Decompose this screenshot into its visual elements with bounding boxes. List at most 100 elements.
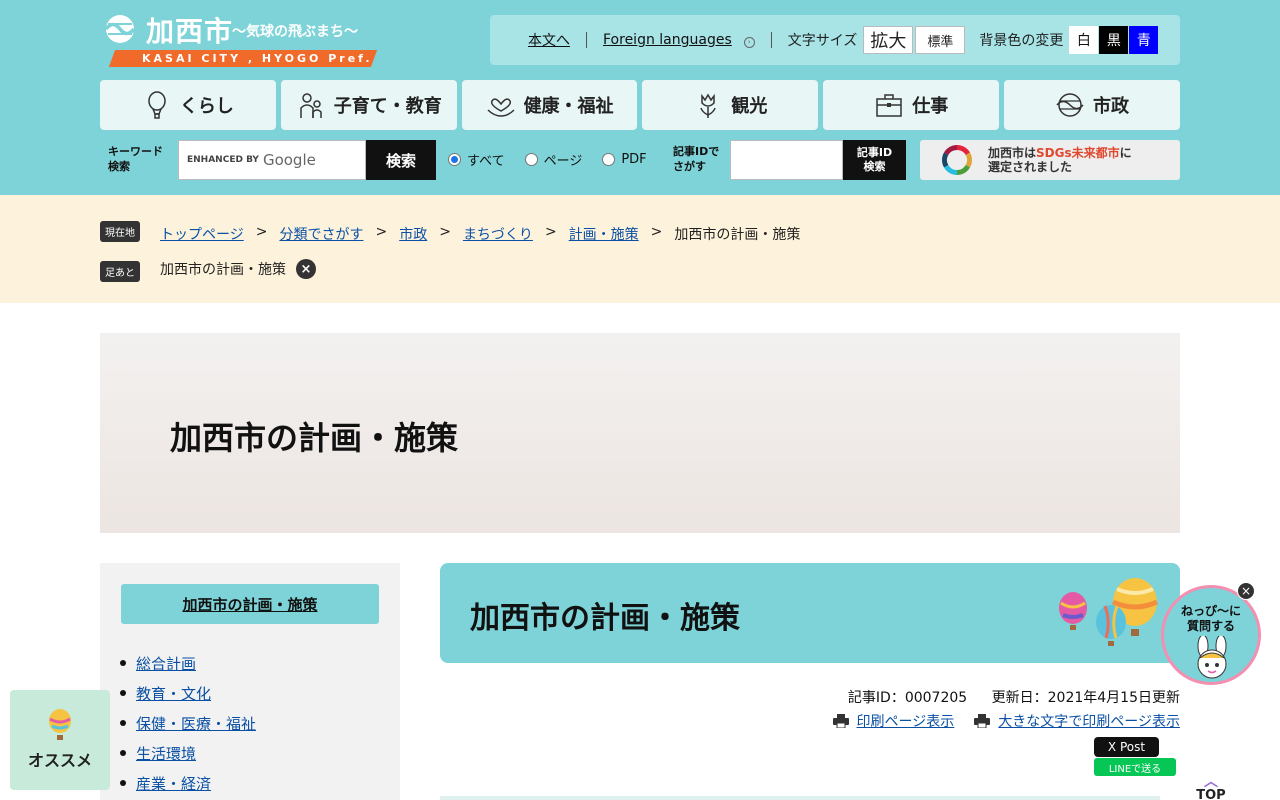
- back-to-top-label: TOP: [1196, 788, 1226, 800]
- sidebar: 加西市の計画・施策 総合計画 教育・文化 保健・医療・福祉 生活環境 産業・経済: [100, 563, 400, 800]
- breadcrumb-item-category[interactable]: 分類でさがす: [279, 224, 363, 244]
- line-share-button[interactable]: LINEで送る: [1094, 758, 1176, 776]
- nav-label: くらし: [179, 96, 234, 117]
- radio-pdf-label: PDF: [621, 152, 647, 167]
- printer-icon: [832, 714, 849, 728]
- sdgs-wheel-icon: [941, 145, 973, 175]
- breadcrumb: トップページ > 分類でさがす > 市政 > まちづくり > 計画・施策 > 加西市の計画…: [160, 224, 800, 244]
- sidebar-item: 保健・医療・福祉: [120, 708, 256, 738]
- recommend-button[interactable]: オススメ: [10, 690, 110, 790]
- nav-item-kanko[interactable]: 観光: [642, 80, 819, 130]
- x-post-button[interactable]: X Post: [1094, 737, 1159, 757]
- foreign-languages-link[interactable]: Foreign languages ›: [603, 32, 755, 48]
- enhanced-by-label: ENHANCED BY: [187, 155, 259, 165]
- chatbot-label: ねっぴ〜に 質問する: [1180, 604, 1241, 633]
- search-input[interactable]: ENHANCED BY Google: [178, 140, 366, 180]
- tulip-icon: [700, 93, 717, 118]
- breadcrumb-item-machizukuri[interactable]: まちづくり: [463, 224, 533, 244]
- logo-tagline: 〜気球の飛ぶまち〜: [232, 24, 358, 40]
- site-header: 加西市 〜気球の飛ぶまち〜 KASAI CITY , HYOGO Pref. 本…: [0, 0, 1280, 195]
- logo-name: 加西市: [146, 15, 234, 48]
- breadcrumb-separator: >: [375, 224, 388, 240]
- nav-item-kosodate[interactable]: 子育て・教育: [280, 80, 457, 130]
- divider: [770, 32, 772, 48]
- google-label: Google: [262, 151, 316, 169]
- background-color-label: 背景色の変更: [979, 33, 1064, 49]
- page-title: 加西市の計画・施策: [170, 419, 459, 457]
- bg-white-button[interactable]: 白: [1069, 26, 1099, 54]
- sidebar-heading[interactable]: 加西市の計画・施策: [121, 584, 379, 624]
- chatbot-close-icon[interactable]: ×: [1237, 582, 1255, 600]
- nav-item-shigoto[interactable]: 仕事: [823, 80, 1000, 130]
- breadcrumb-current: 加西市の計画・施策: [674, 227, 801, 243]
- history-badge: 足あと: [100, 261, 140, 282]
- breadcrumb-area: 現在地 トップページ > 分類でさがす > 市政 > まちづくり > 計画・施策 > 加西…: [0, 195, 1280, 303]
- page-hero: 加西市の計画・施策: [100, 333, 1180, 533]
- print-links: 印刷ページ表示 大きな文字で印刷ページ表示: [832, 711, 1180, 731]
- chatbot-button[interactable]: ねっぴ〜に 質問する: [1161, 585, 1261, 685]
- divider: [586, 32, 587, 48]
- updated-date: 更新日：2021年4月15日更新: [991, 690, 1180, 706]
- nav-item-kenko[interactable]: 健康・福祉: [461, 80, 638, 130]
- site-logo[interactable]: 加西市 〜気球の飛ぶまち〜 KASAI CITY , HYOGO Pref.: [100, 12, 378, 68]
- search-row: キーワード 検索 ENHANCED BY Google 検索 すべて ページ PD…: [100, 140, 1180, 180]
- sidebar-list: 総合計画 教育・文化 保健・医療・福祉 生活環境 産業・経済: [120, 648, 256, 798]
- print-page-link[interactable]: 印刷ページ表示: [832, 711, 955, 731]
- briefcase-icon: [876, 94, 902, 117]
- keyword-search-label: キーワード 検索: [108, 145, 163, 173]
- radio-all-label: すべて: [467, 154, 505, 169]
- radio-pdf[interactable]: [602, 153, 616, 166]
- breadcrumb-item-plans[interactable]: 計画・施策: [569, 224, 639, 244]
- sidebar-item-seikatsu[interactable]: 生活環境: [136, 743, 196, 764]
- utility-bar: 本文へ Foreign languages › 文字サイズ 拡大 標準 背景色の変…: [490, 15, 1180, 65]
- breadcrumb-separator: >: [650, 224, 663, 240]
- breadcrumb-item-shisei[interactable]: 市政: [399, 224, 427, 244]
- city-emblem-icon: [1056, 93, 1084, 117]
- font-size-large-button[interactable]: 拡大: [863, 26, 914, 54]
- close-icon[interactable]: ×: [296, 259, 316, 279]
- skip-to-content-link[interactable]: 本文へ: [528, 30, 570, 50]
- sidebar-item-kyoiku[interactable]: 教育・文化: [136, 683, 211, 704]
- main-heading-box: 加西市の計画・施策: [440, 563, 1180, 663]
- article-id-input[interactable]: [730, 140, 843, 180]
- print-large-label: 大きな文字で印刷ページ表示: [998, 714, 1180, 730]
- current-location-badge: 現在地: [100, 221, 140, 242]
- back-to-top-button[interactable]: ︿ TOP: [1193, 774, 1229, 800]
- sdgs-banner[interactable]: 加西市はSDGs未来都市に 選定されました: [920, 140, 1180, 180]
- sidebar-item-sogo[interactable]: 総合計画: [136, 653, 196, 674]
- nav-item-shisei[interactable]: 市政: [1004, 80, 1180, 130]
- balloon-icon: [148, 91, 166, 119]
- global-nav: くらし 子育て・教育 健康・福祉 観光 仕事 市政: [100, 80, 1180, 130]
- logo-subtitle: KASAI CITY , HYOGO Pref.: [142, 52, 373, 65]
- sidebar-item-hoken[interactable]: 保健・医療・福祉: [136, 713, 256, 734]
- article-id: 記事ID：0007205: [847, 690, 968, 706]
- bg-blue-button[interactable]: 青: [1129, 26, 1159, 54]
- sidebar-item: 生活環境: [120, 738, 256, 768]
- nav-label: 子育て・教育: [333, 96, 442, 117]
- nav-item-kurashi[interactable]: くらし: [100, 80, 276, 130]
- breadcrumb-item-top[interactable]: トップページ: [160, 224, 244, 244]
- content-strip: [440, 796, 1160, 800]
- printer-icon: [974, 714, 991, 728]
- sdgs-text: 加西市はSDGs未来都市に 選定されました: [988, 146, 1132, 174]
- main-title: 加西市の計画・施策: [470, 601, 740, 636]
- radio-page[interactable]: [524, 153, 538, 166]
- balloon-icon: [49, 709, 71, 740]
- search-button[interactable]: 検索: [366, 140, 436, 180]
- foreign-languages-label: Foreign languages: [603, 32, 732, 48]
- hot-air-balloons-icon: [1059, 578, 1159, 646]
- print-large-link[interactable]: 大きな文字で印刷ページ表示: [974, 711, 1180, 731]
- radio-all[interactable]: [448, 153, 461, 166]
- article-id-label: 記事IDで さがす: [673, 145, 720, 173]
- article-id-search-button[interactable]: 記事ID 検索: [843, 140, 906, 180]
- history-trail: 加西市の計画・施策 ×: [160, 259, 316, 279]
- print-page-label: 印刷ページ表示: [856, 714, 955, 730]
- bg-black-button[interactable]: 黒: [1099, 26, 1129, 54]
- history-item[interactable]: 加西市の計画・施策: [160, 259, 286, 279]
- sidebar-item-sangyo[interactable]: 産業・経済: [136, 773, 211, 794]
- nav-label: 観光: [731, 96, 768, 117]
- font-size-standard-button[interactable]: 標準: [915, 26, 966, 54]
- chevron-up-icon: ︿: [1204, 774, 1218, 790]
- sidebar-item: 教育・文化: [120, 678, 256, 708]
- breadcrumb-separator: >: [544, 224, 557, 240]
